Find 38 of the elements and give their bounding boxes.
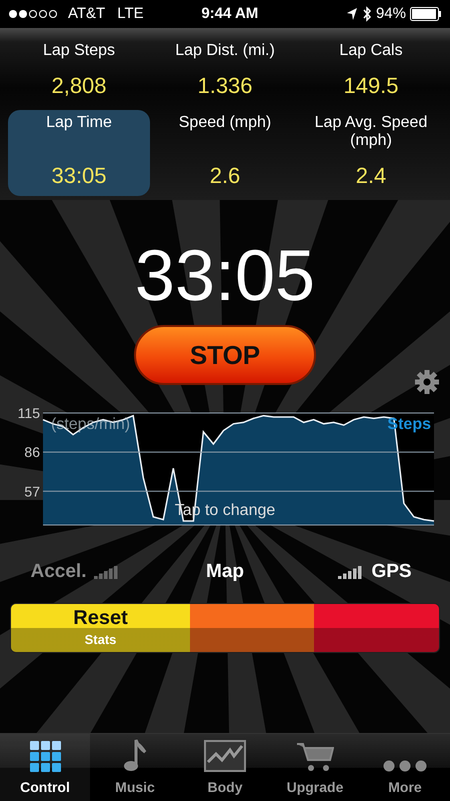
timer-text: 33:05 [134, 236, 316, 316]
sensor-label: Accel. [30, 560, 86, 584]
stat-tile[interactable]: Lap Cals 149.5 [300, 38, 442, 106]
stat-label: Lap Steps [42, 42, 116, 60]
stat-tile[interactable]: Speed (mph) 2.6 [154, 110, 296, 196]
stat-value: 2.4 [356, 162, 386, 190]
stat-value: 149.5 [343, 72, 399, 100]
stat-label: Speed (mph) [178, 114, 272, 132]
reset-bar-segment[interactable]: Reset Stats [11, 604, 190, 652]
network-type: LTE [117, 4, 144, 24]
y-tick-label: 86 [24, 444, 40, 460]
stop-button[interactable]: STOP [134, 325, 316, 385]
stat-value: 1.336 [197, 72, 253, 100]
stat-value: 33:05 [51, 162, 107, 190]
stat-label: Lap Dist. (mi.) [175, 42, 275, 60]
stat-label: Lap Avg. Speed (mph) [314, 114, 428, 150]
y-tick-label: 57 [24, 483, 40, 500]
stat-tile[interactable]: Lap Time 33:05 [8, 110, 150, 196]
tab-button[interactable]: Body [180, 734, 270, 801]
stat-value: 2.6 [210, 162, 240, 190]
stat-tile[interactable]: Lap Avg. Speed (mph) 2.4 [300, 110, 442, 196]
stat-label: Lap Cals [339, 42, 403, 60]
carrier-name: AT&T [68, 4, 106, 24]
battery-percent: 94% [376, 4, 406, 24]
reset-label: Reset [73, 606, 128, 630]
stat-tile[interactable]: Lap Steps 2,808 [8, 38, 150, 106]
y-tick-label: 115 [18, 407, 40, 421]
sensor-label: GPS [371, 560, 412, 584]
tab-button[interactable]: More [360, 734, 450, 801]
tab-button[interactable]: Upgrade [270, 734, 360, 801]
stats-label: Stats [84, 631, 116, 650]
sensor-label: Map [206, 560, 244, 584]
stat-value: 2,808 [51, 72, 107, 100]
tab-button[interactable]: Music [90, 734, 180, 801]
stat-label: Lap Time [46, 114, 112, 132]
tab-button[interactable]: Control [0, 734, 90, 801]
status-time: 9:44 AM [201, 4, 258, 22]
stat-tile[interactable]: Lap Dist. (mi.) 1.336 [154, 38, 296, 106]
